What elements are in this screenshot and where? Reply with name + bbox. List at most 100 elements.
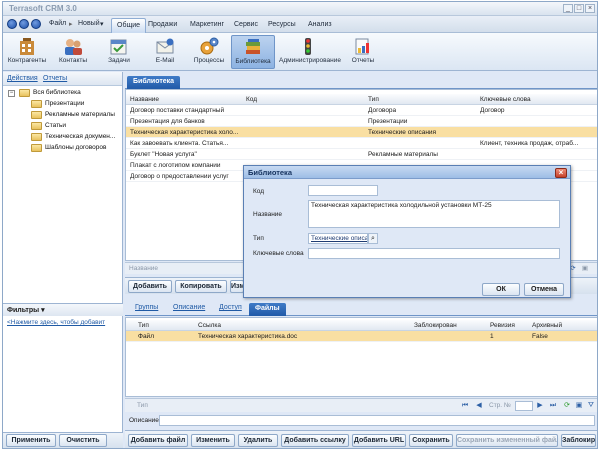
reports-link[interactable]: Отчеты xyxy=(43,75,67,82)
copy-button[interactable]: Копировать xyxy=(175,280,227,293)
table-row[interactable]: Как завоевать клиента. Статья... Клиент, … xyxy=(126,138,597,149)
ribbon-library-button[interactable]: Библиотека xyxy=(231,35,275,69)
save-icon[interactable]: ▣ xyxy=(575,402,583,410)
ribbon-admin-button[interactable]: Администрирование xyxy=(279,35,341,69)
folder-icon xyxy=(31,111,42,119)
menu-arrow-icon: ▸ xyxy=(69,21,73,28)
tree-node-root[interactable]: − Вся библиотека xyxy=(3,88,123,99)
last-page-icon[interactable]: ⏭ xyxy=(549,402,557,410)
apply-button[interactable]: Применить xyxy=(6,434,56,447)
ribbon-accounts-button[interactable]: Контрагенты xyxy=(5,35,49,69)
name-label: Название xyxy=(253,211,283,218)
tab-service[interactable]: Сервис xyxy=(229,18,263,33)
clear-button[interactable]: Очистить xyxy=(59,434,107,447)
column-name[interactable]: Название xyxy=(130,96,159,103)
tab-marketing[interactable]: Маркетинг xyxy=(185,18,229,33)
ok-button[interactable]: ОК xyxy=(482,283,520,296)
tab-description[interactable]: Описание xyxy=(173,304,205,311)
ribbon-processes-button[interactable]: Процессы xyxy=(187,35,231,69)
tree-node-label: Техническая докумен... xyxy=(45,133,116,140)
folder-icon xyxy=(31,144,42,152)
file-menu[interactable]: Файл xyxy=(49,20,66,27)
tree-node-contract-templates[interactable]: Шаблоны договоров xyxy=(3,143,123,154)
code-field[interactable] xyxy=(308,185,378,196)
back-icon[interactable] xyxy=(7,19,17,29)
actions-link[interactable]: Действия xyxy=(7,75,38,82)
first-page-icon[interactable]: ⏮ xyxy=(461,402,469,410)
filter-icon[interactable]: ⛛ xyxy=(587,402,595,410)
tree-node-label: Рекламные материалы xyxy=(45,111,115,118)
tab-groups[interactable]: Группы xyxy=(135,304,158,311)
cancel-button[interactable]: Отмена xyxy=(524,283,564,296)
new-menu-chevron-icon[interactable]: ▾ xyxy=(100,20,104,28)
collapse-toggle-icon[interactable]: − xyxy=(8,90,15,97)
home-icon[interactable] xyxy=(31,19,41,29)
ribbon-reports-button[interactable]: Отчеты xyxy=(341,35,385,69)
name-field[interactable]: Техническая характеристика холодильной у… xyxy=(308,200,560,228)
refresh-icon[interactable]: ⟳ xyxy=(563,402,571,410)
add-button[interactable]: Добавить xyxy=(128,280,172,293)
type-label: Тип xyxy=(253,235,264,242)
forward-icon[interactable] xyxy=(19,19,29,29)
close-icon[interactable]: × xyxy=(555,168,567,178)
delete-file-button[interactable]: Удалить xyxy=(238,434,278,447)
tab-library[interactable]: Библиотека xyxy=(127,76,181,89)
save-changed-file-button[interactable]: Сохранить измененный файл xyxy=(456,434,558,447)
table-row-selected[interactable]: Техническая характеристика холо... Технич… xyxy=(126,127,597,138)
tree-node-tech-docs[interactable]: Техническая докумен... xyxy=(3,132,123,143)
table-row[interactable]: Договор поставки стандартный Договора Дого… xyxy=(126,105,597,116)
tree-node-ads[interactable]: Рекламные материалы xyxy=(3,110,123,121)
add-url-button[interactable]: Добавить URL xyxy=(352,434,406,447)
tab-analysis[interactable]: Анализ xyxy=(303,18,337,33)
minimize-button[interactable]: _ xyxy=(563,4,573,13)
ribbon-email-button[interactable]: E-Mail xyxy=(143,35,187,69)
save-file-button[interactable]: Сохранить xyxy=(409,434,453,447)
tree-node-presentations[interactable]: Презентации xyxy=(3,99,123,110)
cell-link: Техническая характеристика.doc xyxy=(198,333,298,340)
tab-access[interactable]: Доступ xyxy=(219,304,242,311)
tab-files[interactable]: Файлы xyxy=(249,303,286,316)
cell-type: Файл xyxy=(138,333,154,340)
edit-button[interactable]: Изм xyxy=(230,280,244,293)
maximize-button[interactable]: □ xyxy=(574,4,584,13)
add-file-button[interactable]: Добавить файл xyxy=(128,434,188,447)
add-link-button[interactable]: Добавить ссылку xyxy=(281,434,349,447)
keywords-field[interactable] xyxy=(308,248,560,259)
folder-icon xyxy=(31,133,42,141)
tree-node-articles[interactable]: Статьи xyxy=(3,121,123,132)
column-archived[interactable]: Архивный xyxy=(532,322,562,329)
column-link[interactable]: Ссылка xyxy=(198,322,221,329)
search-icon[interactable]: ⌕ xyxy=(368,233,378,244)
ribbon-tasks-button[interactable]: Задачи xyxy=(97,35,141,69)
column-code[interactable]: Код xyxy=(246,96,257,103)
description-label: Описание xyxy=(129,417,159,424)
tree-node-label: Презентации xyxy=(45,100,85,107)
ribbon-contacts-button[interactable]: Контакты xyxy=(51,35,95,69)
lock-file-button[interactable]: Заблокир xyxy=(561,434,596,447)
filters-header[interactable]: Фильтры ▾ xyxy=(3,304,123,316)
close-window-button[interactable]: × xyxy=(585,4,595,13)
tab-sales[interactable]: Продажи xyxy=(143,18,182,33)
next-page-icon[interactable]: ▶ xyxy=(536,402,544,410)
save-icon[interactable]: ▣ xyxy=(581,265,589,273)
table-row[interactable]: Презентация для банков Презентации xyxy=(126,116,597,127)
column-revision[interactable]: Ревизия xyxy=(490,322,515,329)
table-row[interactable]: Буклет "Новая услуга" Рекламные материалы xyxy=(126,149,597,160)
column-keywords[interactable]: Ключевые слова xyxy=(480,96,531,103)
column-type[interactable]: Тип xyxy=(138,322,149,329)
tab-resources[interactable]: Ресурсы xyxy=(263,18,301,33)
type-field[interactable]: Технические описа xyxy=(308,233,368,244)
cell-keywords: Договор xyxy=(480,107,505,114)
add-filter-link[interactable]: <Нажмите здесь, чтобы добавит xyxy=(3,316,123,329)
file-row-selected[interactable]: Файл Техническая характеристика.doc 1 Fa… xyxy=(126,331,597,342)
prev-page-icon[interactable]: ◀ xyxy=(475,402,483,410)
column-locked[interactable]: Заблокирован xyxy=(414,322,457,329)
library-tree: − Вся библиотека Презентации Рекламные м… xyxy=(3,88,123,154)
edit-file-button[interactable]: Изменить xyxy=(191,434,235,447)
page-number-input[interactable] xyxy=(515,401,533,411)
tab-general[interactable]: Общие xyxy=(111,18,147,33)
column-type[interactable]: Тип xyxy=(368,96,379,103)
description-input[interactable] xyxy=(159,415,595,426)
cell-type: Рекламные материалы xyxy=(368,151,438,158)
new-menu[interactable]: Новый xyxy=(78,20,100,27)
